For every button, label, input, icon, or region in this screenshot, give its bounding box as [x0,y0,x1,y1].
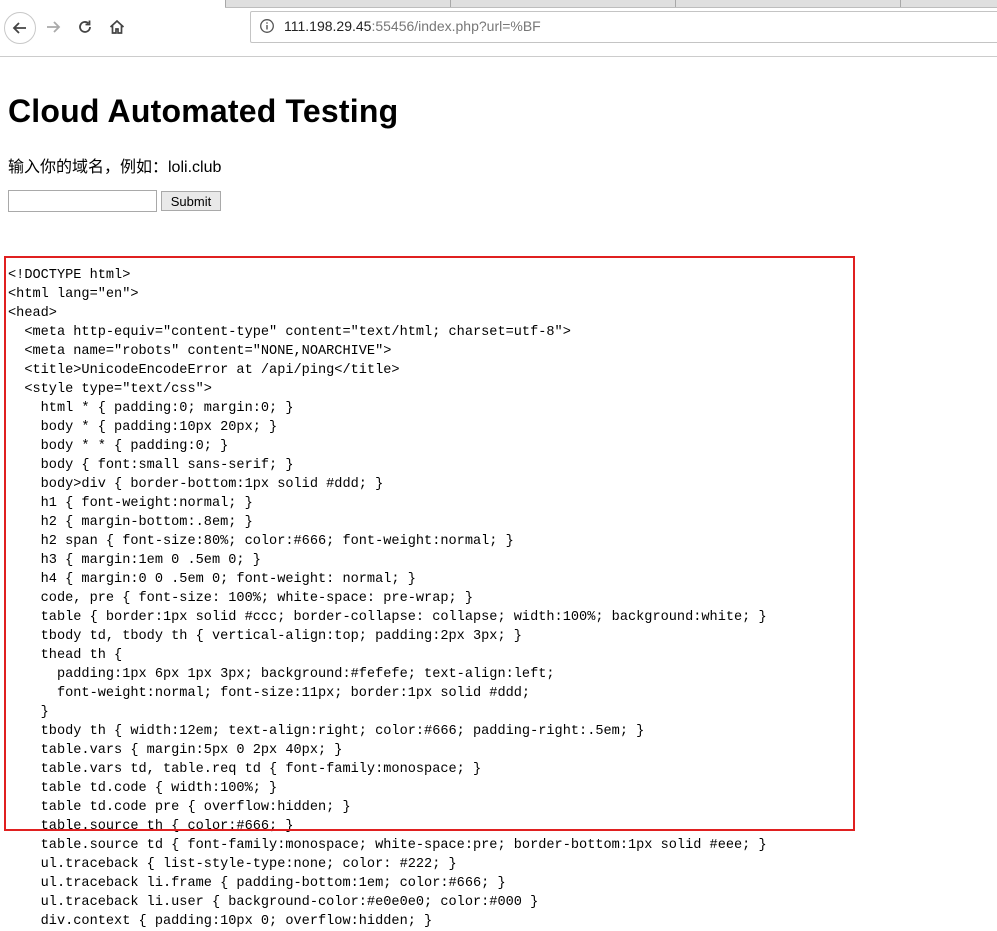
code-line: <meta name="robots" content="NONE,NOARCH… [24,344,392,359]
code-line: tbody td, tbody th { vertical-align:top;… [40,629,522,644]
domain-prompt: 输入你的域名，例如：loli.club [8,159,222,176]
code-line: <html lang="en"> [8,287,139,302]
code-line: h4 { margin:0 0 .5em 0; font-weight: nor… [40,572,416,587]
code-line: table { border:1px solid #ccc; border-co… [40,610,767,625]
code-line: body * { padding:10px 20px; } [40,420,278,435]
code-line: body>div { border-bottom:1px solid #ddd;… [40,477,384,492]
domain-input[interactable] [8,190,157,212]
code-line: html * { padding:0; margin:0; } [40,401,294,416]
submit-button[interactable]: Submit [161,191,221,211]
code-line: table.source th { color:#666; } [40,819,294,834]
arrow-left-icon [12,22,26,34]
tab-separator [675,0,676,7]
code-line: <meta http-equiv="content-type" content=… [24,325,571,340]
info-icon[interactable] [259,18,275,34]
code-line: table.vars td, table.req td { font-famil… [40,762,482,777]
code-line: <title>UnicodeEncodeError at /api/ping</… [24,363,400,378]
code-line: } [40,705,49,720]
reload-icon [79,20,91,33]
code-line: <!DOCTYPE html> [8,268,131,283]
code-line: table.source td { font-family:monospace;… [40,838,767,853]
page-title: Cloud Automated Testing [8,93,399,129]
code-line: <style type="text/css"> [24,382,212,397]
url-text: 111.198.29.45:55456/index.php?url=%BF [284,18,541,34]
tab-separator [900,0,901,7]
code-line: h3 { margin:1em 0 .5em 0; } [40,553,261,568]
home-button[interactable] [101,11,133,43]
response-output: <!DOCTYPE html> <html lang="en"> <head> … [8,266,767,931]
arrow-right-icon [47,21,61,33]
code-line: ul.traceback li.user { background-color:… [40,895,539,910]
code-line: h1 { font-weight:normal; } [40,496,253,511]
code-line: thead th { [40,648,123,663]
back-button[interactable] [4,12,36,44]
forward-button[interactable] [37,11,69,43]
code-line: h2 span { font-size:80%; color:#666; fon… [40,534,514,549]
home-icon [109,19,125,34]
code-line: div.context { padding:10px 0; overflow:h… [40,914,433,929]
code-line: ul.traceback { list-style-type:none; col… [40,857,457,872]
reload-button[interactable] [69,11,101,43]
code-line: tbody th { width:12em; text-align:right;… [40,724,645,739]
code-line: body { font:small sans-serif; } [40,458,294,473]
code-line: table td.code pre { overflow:hidden; } [40,800,351,815]
tab-separator [225,0,226,7]
code-line: font-weight:normal; font-size:11px; bord… [56,686,531,701]
url-host: 111.198.29.45 [284,18,372,34]
code-line: h2 { margin-bottom:.8em; } [40,515,253,530]
code-line: ul.traceback li.frame { padding-bottom:1… [40,876,506,891]
code-line: code, pre { font-size: 100%; white-space… [40,591,473,606]
address-bar[interactable]: 111.198.29.45:55456/index.php?url=%BF [250,11,997,43]
browser-toolbar: 111.198.29.45:55456/index.php?url=%BF [0,0,997,57]
url-rest: :55456/index.php?url=%BF [371,18,541,34]
code-line: <head> [8,306,57,321]
code-line: table td.code { width:100%; } [40,781,278,796]
code-line: body * * { padding:0; } [40,439,229,454]
tab-separator [450,0,451,7]
code-line: padding:1px 6px 1px 3px; background:#fef… [56,667,555,682]
tab-strip[interactable] [225,0,997,8]
code-line: table.vars { margin:5px 0 2px 40px; } [40,743,343,758]
